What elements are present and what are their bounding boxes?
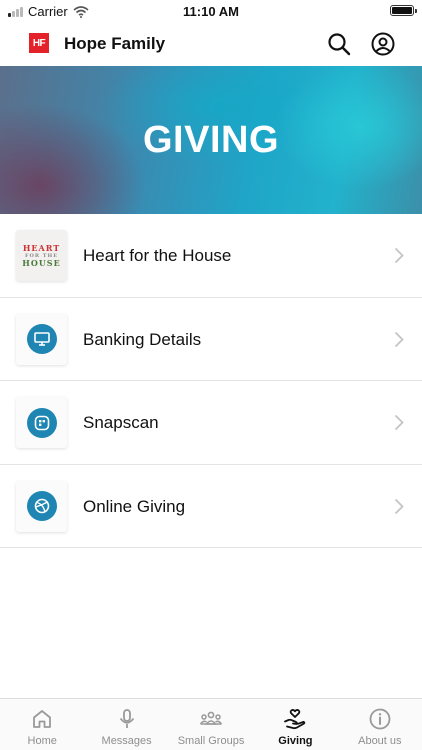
tab-label: Messages	[101, 735, 152, 747]
group-icon	[199, 711, 223, 725]
app-header: HF Hope Family	[0, 22, 422, 66]
info-icon	[369, 708, 391, 730]
status-bar: Carrier 11:10 AM	[0, 0, 422, 22]
list-item-label: Snapscan	[83, 413, 159, 432]
giving-banner: GIVING	[0, 66, 422, 214]
snapscan-icon	[34, 415, 49, 430]
tab-bar: Home Messages Small Groups Giving About …	[0, 698, 422, 750]
battery-icon	[390, 5, 417, 16]
hand-heart-icon	[284, 709, 306, 730]
list-item-label: Banking Details	[83, 329, 202, 349]
tab-giving[interactable]: Giving	[253, 699, 337, 750]
giving-list: HEART FOR THE HOUSE Heart for the House …	[0, 214, 422, 548]
status-time: 11:10 AM	[183, 4, 239, 19]
chevron-right-icon	[394, 414, 404, 431]
monitor-icon	[33, 332, 50, 346]
list-item-label: Heart for the House	[83, 246, 232, 265]
snapscan-thumbnail	[16, 397, 67, 448]
microphone-icon	[119, 709, 134, 728]
app-title: Hope Family	[64, 34, 166, 53]
tab-label: Giving	[278, 735, 313, 747]
tab-label: Home	[27, 735, 57, 747]
heart-for-the-house-thumbnail: HEART FOR THE HOUSE	[16, 230, 67, 281]
tab-home[interactable]: Home	[0, 699, 84, 750]
banking-details-thumbnail	[16, 313, 67, 365]
list-item-banking-details[interactable]: Banking Details	[0, 298, 422, 381]
list-item-label: Online Giving	[83, 496, 186, 516]
tab-label: About us	[358, 735, 402, 747]
tab-small-groups[interactable]: Small Groups	[169, 699, 253, 750]
profile-icon[interactable]	[371, 32, 395, 56]
search-icon[interactable]	[327, 32, 351, 56]
online-giving-thumbnail	[16, 480, 67, 532]
banner-title: GIVING	[142, 118, 280, 161]
globe-icon	[34, 498, 49, 514]
list-item-online-giving[interactable]: Online Giving	[0, 465, 422, 548]
home-icon	[33, 710, 52, 728]
tab-label: Small Groups	[177, 735, 245, 747]
chevron-right-icon	[394, 331, 404, 347]
chevron-right-icon	[394, 498, 404, 514]
list-item-heart-for-the-house[interactable]: HEART FOR THE HOUSE Heart for the House	[0, 214, 422, 298]
list-item-snapscan[interactable]: Snapscan	[0, 381, 422, 465]
tab-about-us[interactable]: About us	[338, 699, 422, 750]
app-logo: HF	[29, 33, 49, 53]
tab-messages[interactable]: Messages	[84, 699, 168, 750]
chevron-right-icon	[394, 247, 404, 264]
